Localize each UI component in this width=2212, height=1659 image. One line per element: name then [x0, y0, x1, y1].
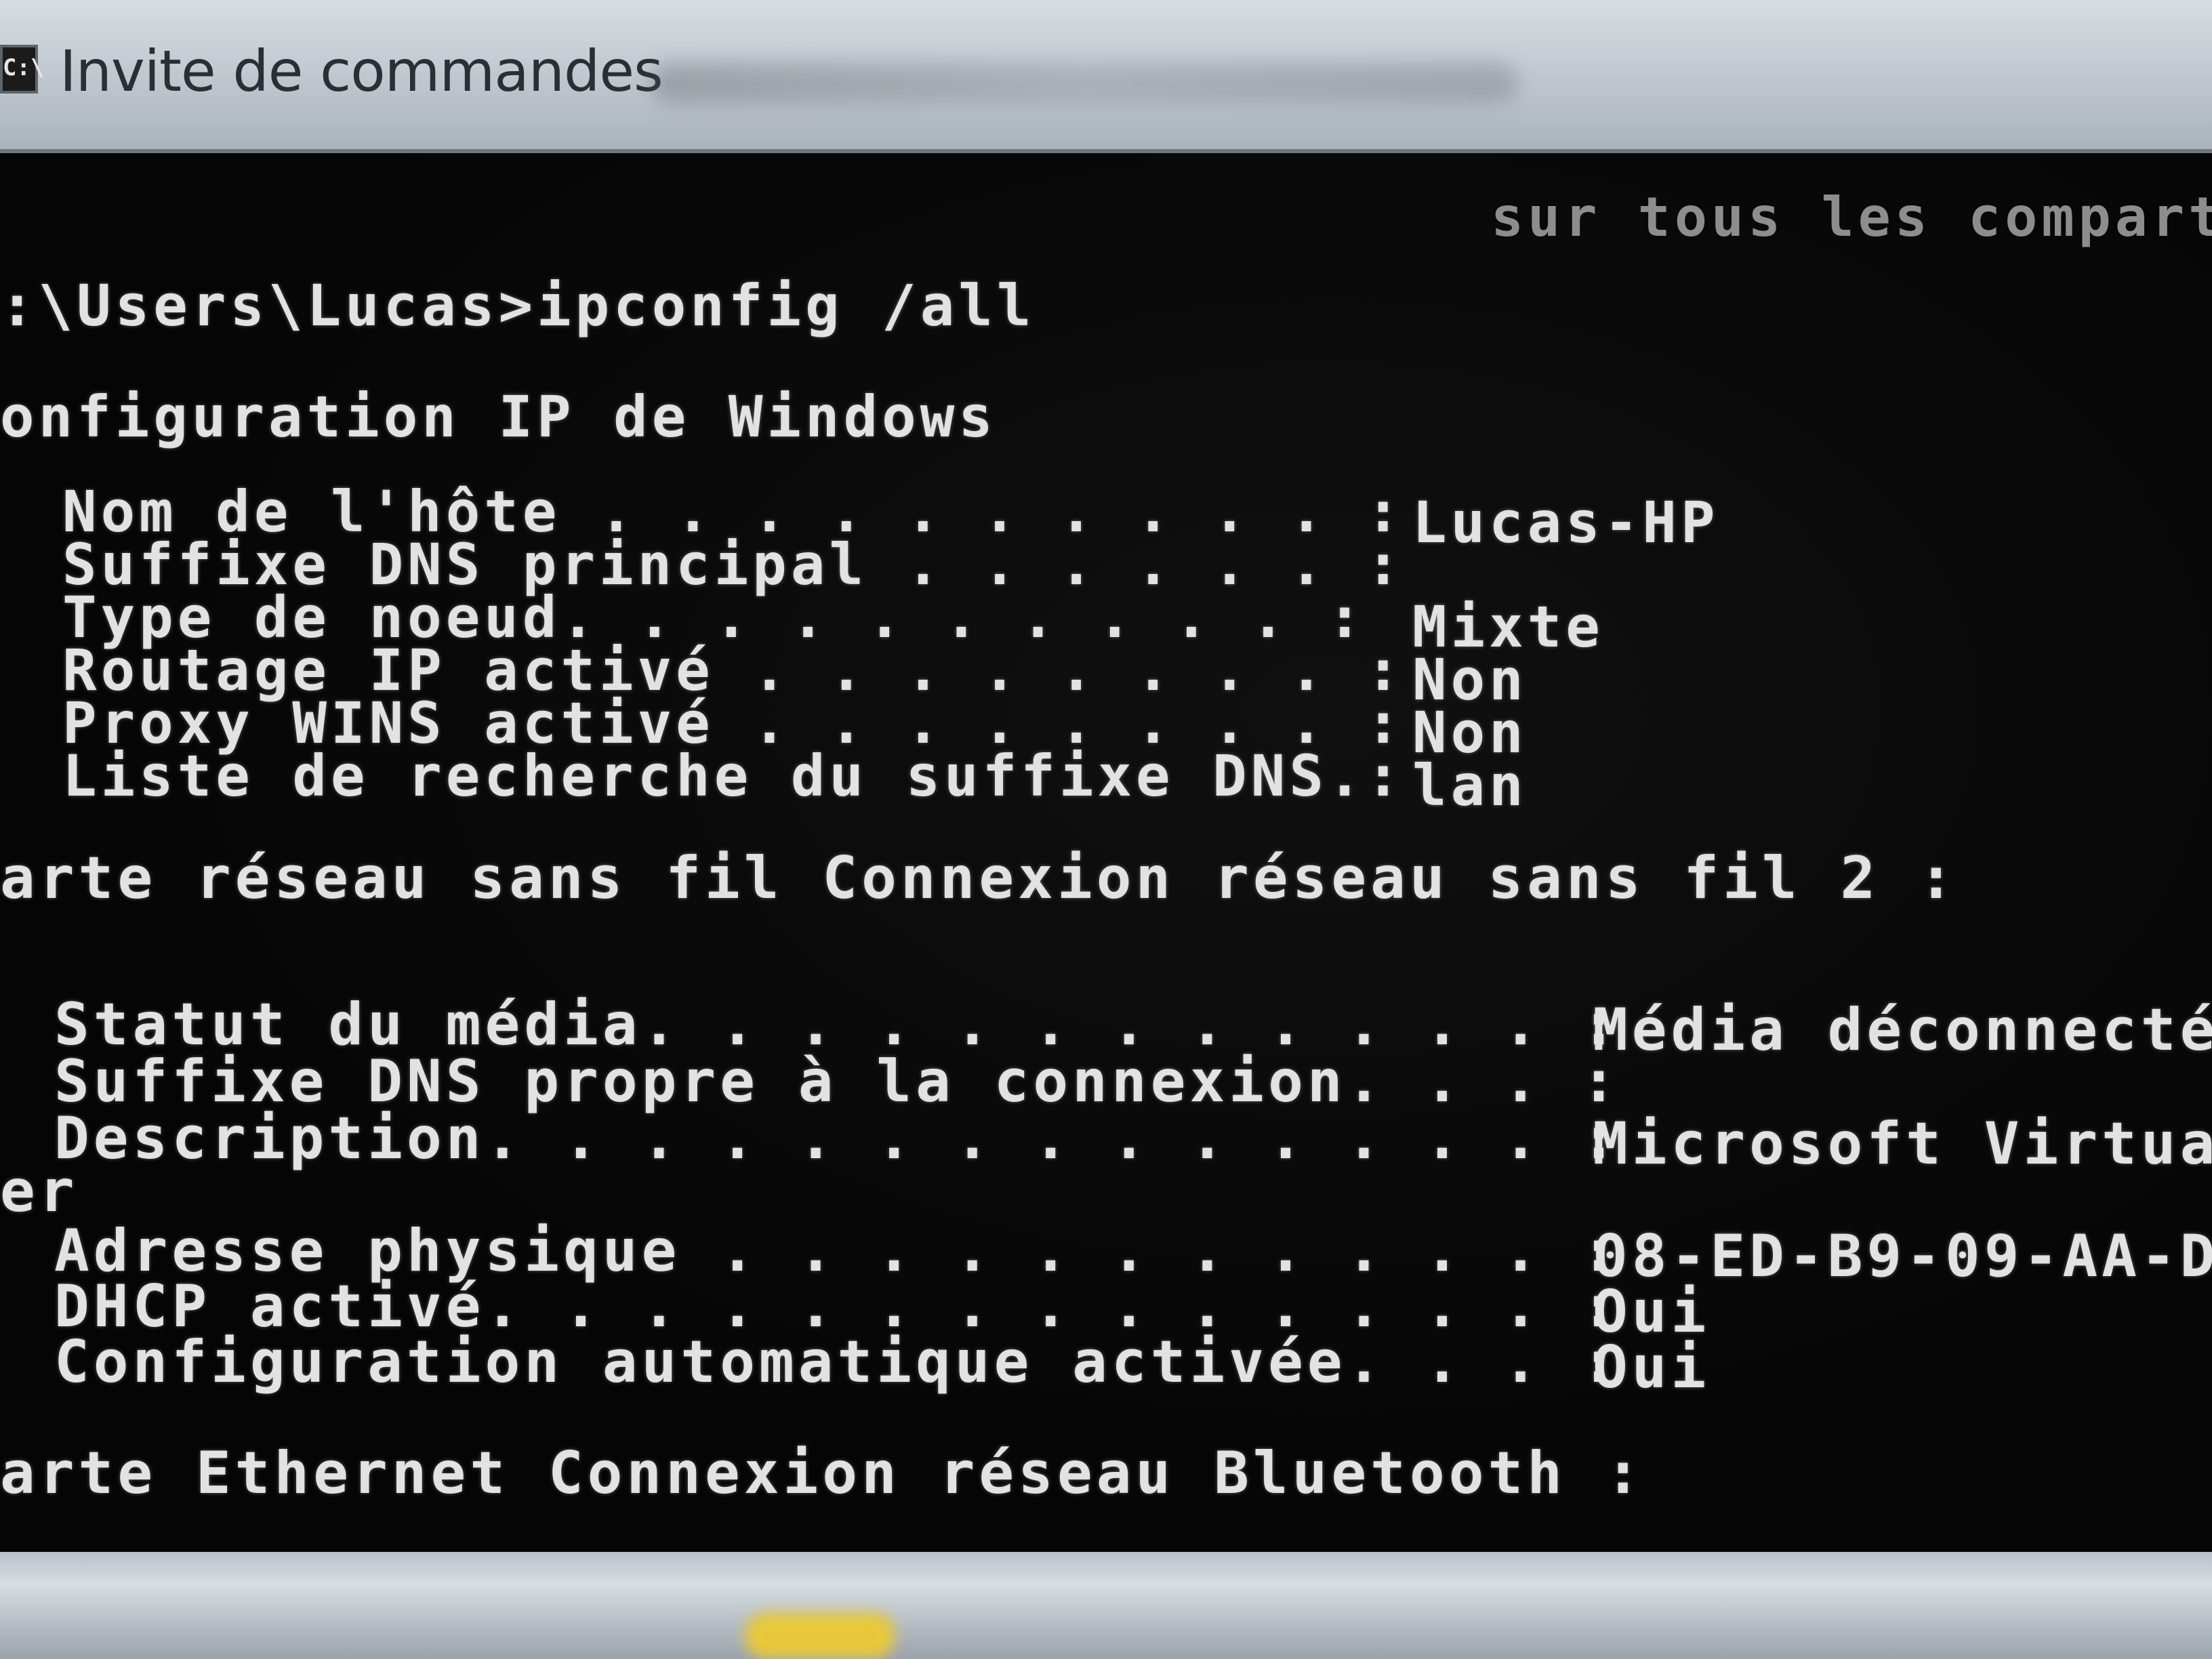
- top-fragment: sur tous les compart: [1491, 186, 2212, 249]
- adapter-header-wireless: arte réseau sans fil Connexion réseau sa…: [0, 844, 1958, 912]
- host-row-label: Liste de recherche du suffixe DNS.:: [62, 743, 1405, 809]
- window-title: Invite de commandes: [60, 38, 663, 104]
- adapter-row-value: Microsoft Virtual: [1593, 1110, 2212, 1178]
- host-row-value: lan: [1412, 752, 1528, 819]
- adapter-row-value: Oui: [1593, 1334, 1711, 1401]
- host-row-value: Lucas-HP: [1412, 489, 1719, 556]
- adapter-row-label: Configuration automatique activée. . . :: [54, 1328, 1621, 1396]
- title-bar[interactable]: C:\ Invite de commandes: [0, 0, 2212, 153]
- wrapped-line-fragment: er: [0, 1158, 79, 1225]
- command-prompt-line: :\Users\Lucas>ipconfig /all: [0, 272, 1036, 339]
- adapter-row-value: Média déconnecté: [1593, 996, 2212, 1064]
- adapter-header-bluetooth: arte Ethernet Connexion réseau Bluetooth…: [0, 1439, 1645, 1507]
- background-object: [745, 1613, 895, 1659]
- window-bottom-frame: [0, 1552, 2212, 1659]
- console-output[interactable]: sur tous les compart :\Users\Lucas>ipcon…: [0, 153, 2212, 1542]
- cmd-icon: C:\: [0, 45, 44, 94]
- adapter-row-label: Description. . . . . . . . . . . . . . :: [54, 1105, 1621, 1172]
- config-header: onfiguration IP de Windows: [0, 384, 997, 450]
- command-prompt-window: C:\ Invite de commandes sur tous les com…: [0, 0, 2212, 1659]
- blurred-title-area: [651, 62, 1518, 103]
